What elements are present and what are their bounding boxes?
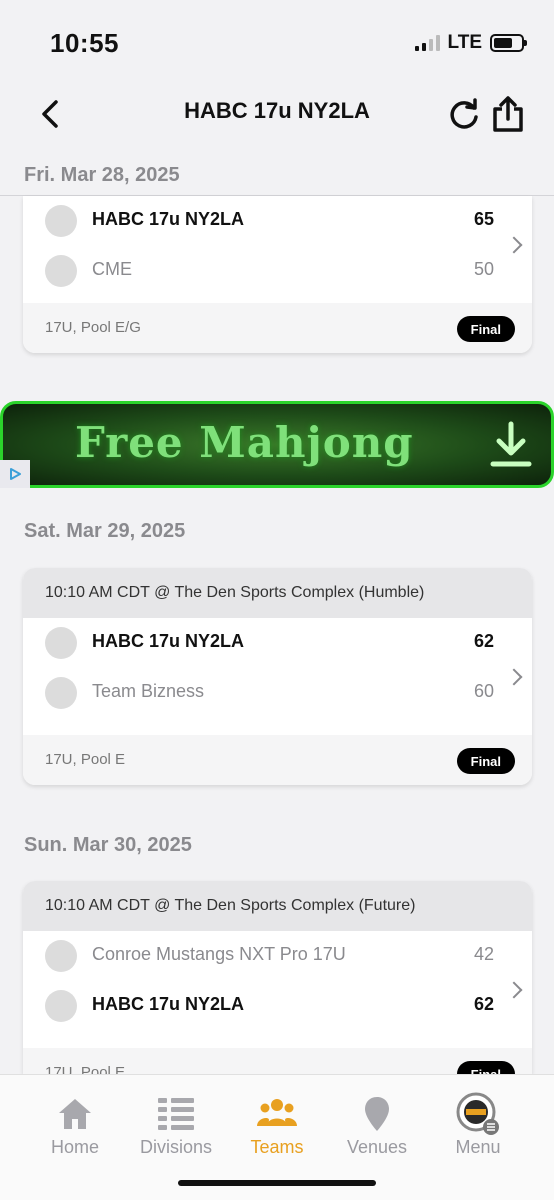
nav-header: HABC 17u NY2LA	[0, 86, 554, 140]
card-footer: 17U, Pool E/G Final	[23, 303, 532, 353]
ad-text: Free Mahjong	[75, 418, 414, 467]
date-header: Sun. Mar 30, 2025	[24, 834, 192, 856]
home-icon	[25, 1095, 125, 1133]
team-logo	[45, 255, 77, 287]
team-name: HABC 17u NY2LA	[92, 994, 245, 1014]
team-row: Team Bizness 60	[23, 668, 532, 718]
team-score: 60	[473, 681, 494, 701]
ad-choices-icon[interactable]	[0, 460, 30, 488]
team-row: Conroe Mustangs NXT Pro 17U 42	[23, 931, 532, 981]
status-time: 10:55	[50, 28, 119, 58]
share-button[interactable]	[488, 92, 528, 136]
download-icon	[490, 421, 532, 467]
game-card[interactable]: 10:10 AM CDT @ The Den Sports Complex (H…	[23, 568, 532, 785]
team-logo	[45, 940, 77, 972]
tab-venues[interactable]: Venues	[327, 1095, 427, 1165]
status-badge: Final	[456, 316, 515, 342]
pool-label: 17U, Pool E	[45, 1064, 126, 1074]
date-header: Sat. Mar 29, 2025	[24, 520, 186, 542]
tab-teams[interactable]: Teams	[227, 1095, 327, 1165]
team-row: CME 50	[23, 246, 532, 296]
game-location: 10:10 AM CDT @ The Den Sports Complex (F…	[23, 881, 532, 931]
team-logo	[45, 677, 77, 709]
tab-label: Home	[50, 1137, 99, 1157]
date-header: Fri. Mar 28, 2025	[24, 164, 180, 186]
team-row: HABC 17u NY2LA 62	[23, 981, 532, 1031]
tab-label: Teams	[250, 1137, 304, 1157]
tab-menu[interactable]: Menu	[428, 1092, 528, 1165]
team-name: HABC 17u NY2LA	[92, 209, 245, 229]
team-name: Team Bizness	[92, 681, 205, 701]
status-badge: Final	[456, 1061, 515, 1074]
team-name: CME	[92, 259, 132, 279]
signal-icon	[414, 35, 440, 51]
status-indicators: LTE	[414, 32, 527, 54]
ad-banner[interactable]: Free Mahjong	[0, 401, 554, 488]
team-name: HABC 17u NY2LA	[92, 631, 245, 651]
teams-icon	[227, 1095, 327, 1133]
team-score: 42	[473, 944, 494, 964]
card-footer: 17U, Pool E Final	[23, 735, 532, 785]
tab-label: Menu	[455, 1137, 501, 1157]
team-logo	[45, 990, 77, 1022]
pool-label: 17U, Pool E	[45, 751, 126, 768]
game-card[interactable]: HABC 17u NY2LA 65 CME 50 17U, Pool E/G F…	[23, 196, 532, 353]
game-card[interactable]: 10:10 AM CDT @ The Den Sports Complex (F…	[23, 881, 532, 1074]
team-name: Conroe Mustangs NXT Pro 17U	[92, 944, 346, 964]
share-icon	[493, 96, 523, 132]
team-row: HABC 17u NY2LA 62	[23, 618, 532, 668]
team-score: 65	[473, 209, 494, 229]
network-label: LTE	[447, 32, 482, 53]
game-location: 10:10 AM CDT @ The Den Sports Complex (H…	[23, 568, 532, 618]
refresh-button[interactable]	[444, 94, 484, 134]
team-logo	[45, 627, 77, 659]
tab-label: Divisions	[139, 1137, 213, 1157]
pool-label: 17U, Pool E/G	[45, 319, 141, 336]
divisions-icon	[126, 1095, 226, 1133]
map-pin-icon	[327, 1095, 427, 1133]
team-score: 50	[473, 259, 494, 279]
battery-icon	[490, 34, 527, 52]
home-indicator	[178, 1180, 376, 1186]
team-score: 62	[473, 994, 494, 1014]
team-score: 62	[473, 631, 494, 651]
menu-icon	[428, 1092, 528, 1135]
tab-home[interactable]: Home	[25, 1095, 125, 1165]
status-bar: 10:55 LTE	[0, 0, 554, 80]
tab-divisions[interactable]: Divisions	[126, 1095, 226, 1165]
card-footer: 17U, Pool E Final	[23, 1048, 532, 1074]
refresh-icon	[450, 98, 478, 129]
tab-label: Venues	[346, 1137, 408, 1157]
team-logo	[45, 205, 77, 237]
team-row: HABC 17u NY2LA 65	[23, 196, 532, 246]
status-badge: Final	[456, 748, 515, 774]
